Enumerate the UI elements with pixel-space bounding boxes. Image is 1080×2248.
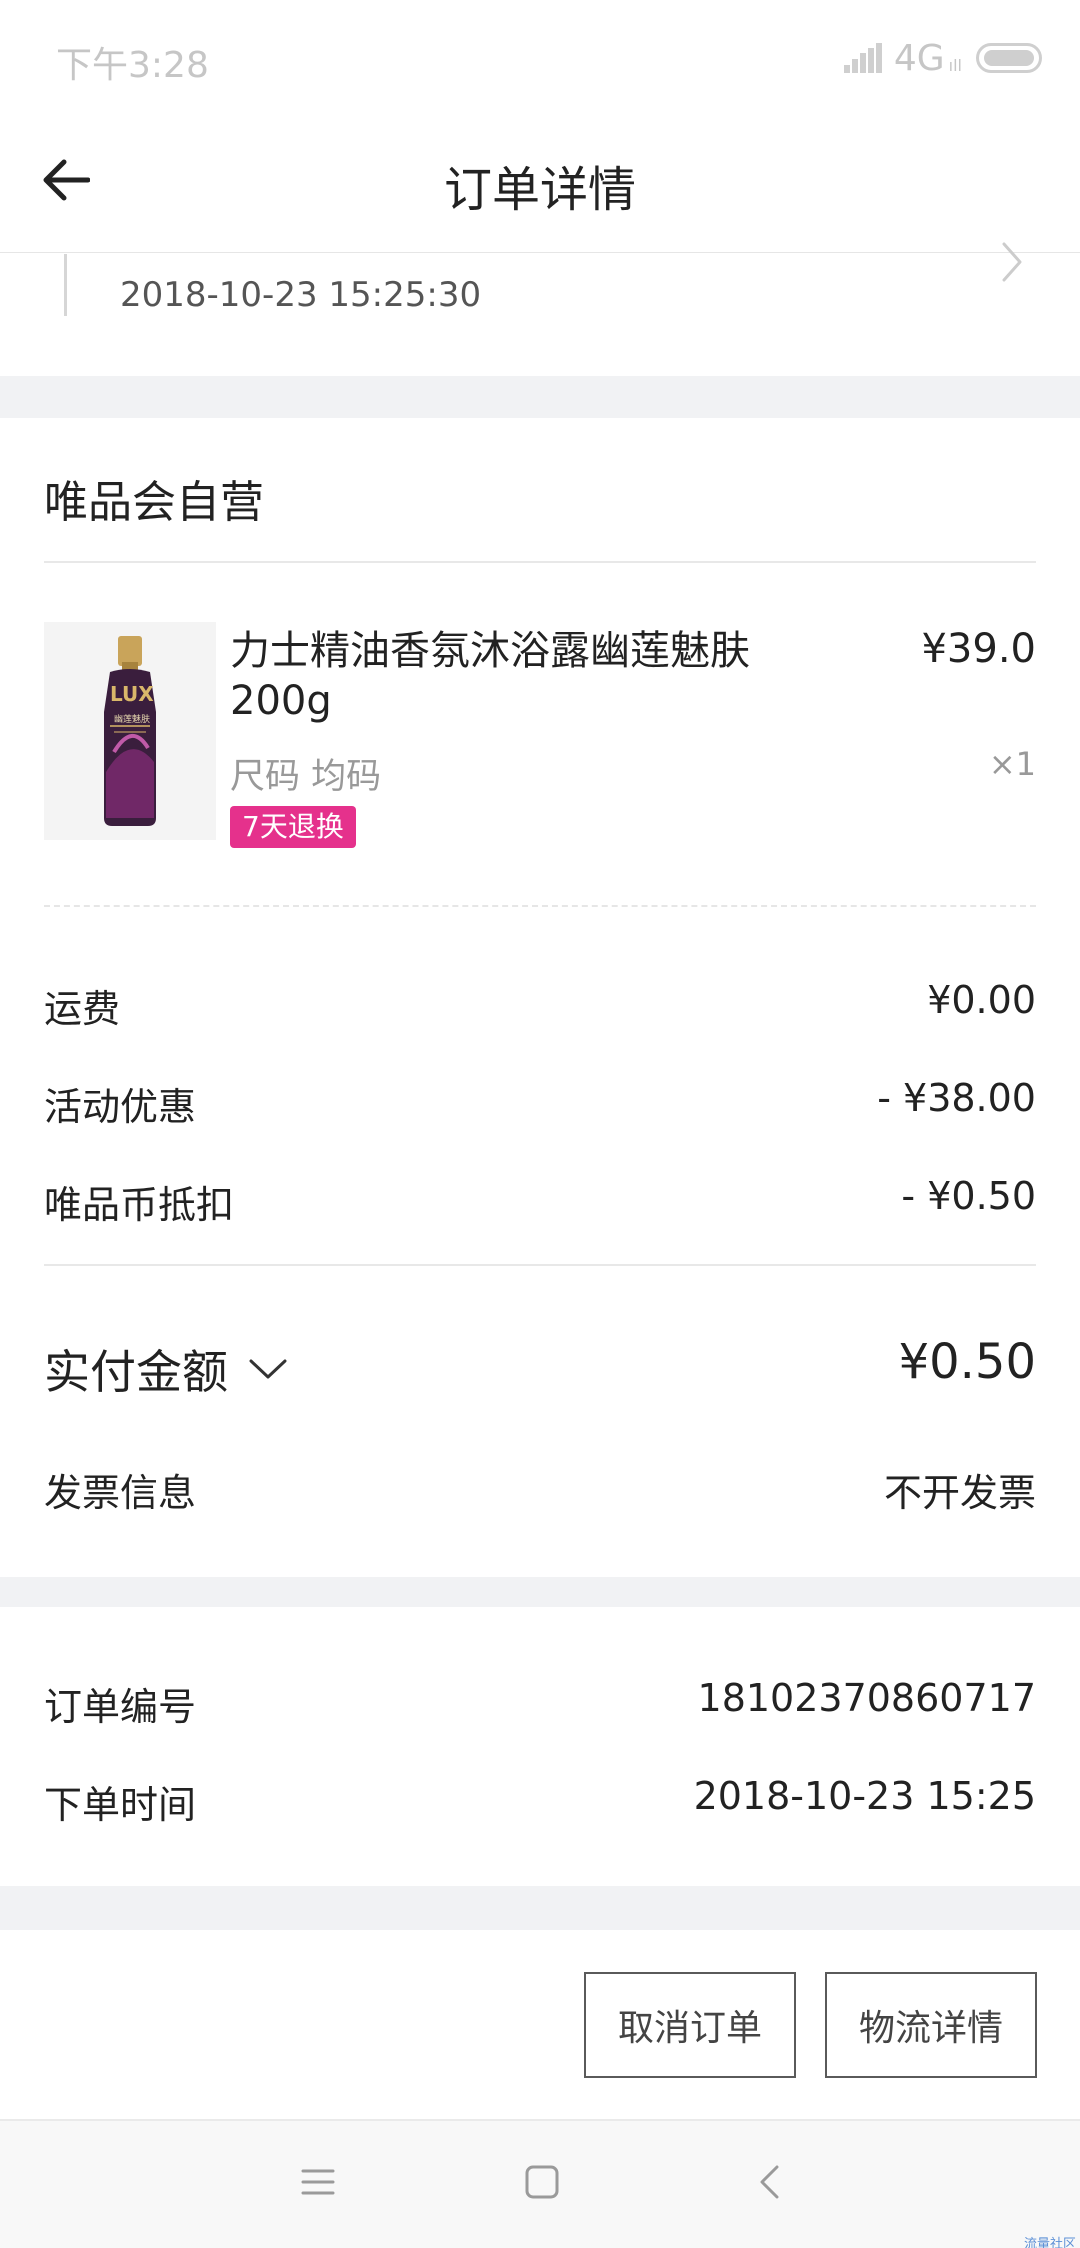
shipping-fee-value: ¥0.00 — [927, 978, 1036, 1022]
battery-icon — [976, 43, 1042, 73]
tracking-datetime: 2018-10-23 15:25:30 — [120, 275, 482, 315]
section-divider — [0, 376, 1080, 418]
menu-icon[interactable] — [300, 2164, 336, 2200]
invoice-value: 不开发票 — [883, 1471, 1036, 1515]
return-policy-badge: 7天退换 — [230, 806, 356, 848]
page-title: 订单详情 — [443, 162, 636, 218]
tracking-chevron-right-icon[interactable] — [990, 242, 1030, 282]
invoice-label: 发票信息 — [44, 1471, 197, 1515]
shipping-fee-label: 运费 — [44, 987, 121, 1031]
store-name: 唯品会自营 — [44, 477, 264, 528]
order-number-label: 订单编号 — [44, 1685, 197, 1729]
store-divider — [44, 561, 1036, 563]
home-icon[interactable] — [524, 2164, 560, 2200]
promotion-discount-label: 活动优惠 — [44, 1085, 197, 1129]
status-icons: 4G ıll — [843, 36, 1042, 80]
paid-amount-label: 实付金额 — [44, 1345, 228, 1399]
product-image-subtext: 幽莲魅肤 — [114, 715, 151, 725]
chevron-down-icon — [249, 1359, 287, 1379]
coin-deduction-label: 唯品币抵扣 — [44, 1183, 235, 1227]
watermark: 流量社区 — [1023, 2237, 1076, 2248]
tracking-timeline-line — [64, 254, 67, 316]
product-price: ¥39.0 — [921, 626, 1036, 672]
order-detail-page: 下午3:28 4G ıll 订单详情 2018-10-23 15:25:30 唯… — [0, 0, 1080, 2248]
network-type: 4G — [893, 37, 945, 79]
status-time: 下午3:28 — [56, 45, 209, 86]
product-name[interactable]: 力士精油香氛沐浴露幽莲魅肤200g — [230, 626, 820, 726]
header-divider — [0, 252, 1080, 253]
cost-divider — [44, 1264, 1036, 1266]
cancel-order-button[interactable]: 取消订单 — [584, 1972, 796, 2078]
product-image-brand: LUX — [110, 682, 154, 706]
logistics-detail-button[interactable]: 物流详情 — [825, 1972, 1037, 2078]
paid-amount-value: ¥0.50 — [898, 1334, 1036, 1390]
network-strength: ıll — [948, 55, 962, 75]
product-image[interactable]: LUX 幽莲魅肤 — [44, 622, 216, 840]
coin-deduction-value: - ¥0.50 — [901, 1174, 1036, 1218]
product-size: 尺码 均码 — [230, 757, 382, 797]
order-number-value: 18102370860717 — [697, 1676, 1036, 1720]
dashed-divider — [44, 905, 1036, 907]
order-time-label: 下单时间 — [44, 1783, 197, 1827]
section-divider — [0, 1886, 1080, 1930]
paid-amount-toggle[interactable]: 实付金额 — [44, 1336, 288, 1402]
signal-icon — [843, 43, 884, 73]
system-back-icon[interactable] — [752, 2164, 788, 2200]
order-time-value: 2018-10-23 15:25 — [693, 1774, 1036, 1818]
section-divider — [0, 1577, 1080, 1607]
promotion-discount-value: - ¥38.00 — [877, 1076, 1036, 1120]
product-quantity: ×1 — [988, 745, 1036, 783]
